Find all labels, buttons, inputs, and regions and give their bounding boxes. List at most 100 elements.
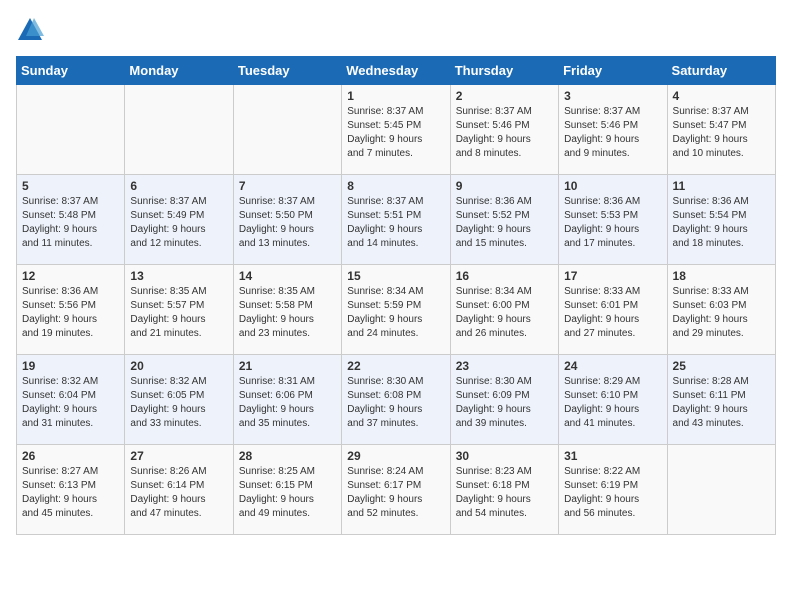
day-info: Sunrise: 8:28 AM Sunset: 6:11 PM Dayligh… bbox=[673, 375, 770, 431]
calendar-cell: 21Sunrise: 8:31 AM Sunset: 6:06 PM Dayli… bbox=[233, 355, 341, 445]
calendar-week-row: 26Sunrise: 8:27 AM Sunset: 6:13 PM Dayli… bbox=[17, 445, 776, 535]
day-number: 16 bbox=[456, 269, 553, 283]
day-info: Sunrise: 8:30 AM Sunset: 6:08 PM Dayligh… bbox=[347, 375, 444, 431]
calendar-cell: 13 Sunrise: 8:35 AM Sunset: 5:57 PM Dayli… bbox=[125, 265, 233, 355]
calendar-cell: 6 Sunrise: 8:37 AM Sunset: 5:49 PM Daylig… bbox=[125, 175, 233, 265]
day-info: Sunrise: 8:36 AM Sunset: 5:54 PM Dayligh… bbox=[673, 195, 770, 251]
day-number: 17 bbox=[564, 269, 661, 283]
calendar-cell: 11Sunrise: 8:36 AM Sunset: 5:54 PM Dayli… bbox=[667, 175, 775, 265]
day-info: Sunrise: 8:25 AM Sunset: 6:15 PM Dayligh… bbox=[239, 465, 336, 521]
day-number: 30 bbox=[456, 449, 553, 463]
day-number: 15 bbox=[347, 269, 444, 283]
day-info: Sunrise: 8:29 AM Sunset: 6:10 PM Dayligh… bbox=[564, 375, 661, 431]
day-number: 31 bbox=[564, 449, 661, 463]
day-info: Sunrise: 8:37 AM Sunset: 5:46 PM Dayligh… bbox=[564, 105, 661, 161]
calendar-cell bbox=[125, 85, 233, 175]
calendar-cell bbox=[233, 85, 341, 175]
day-info: Sunrise: 8:37 AM Sunset: 5:47 PM Dayligh… bbox=[673, 105, 770, 161]
day-info: Sunrise: 8:23 AM Sunset: 6:18 PM Dayligh… bbox=[456, 465, 553, 521]
calendar-cell: 14 Sunrise: 8:35 AM Sunset: 5:58 PM Dayli… bbox=[233, 265, 341, 355]
calendar-cell: 16 Sunrise: 8:34 AM Sunset: 6:00 PM Dayli… bbox=[450, 265, 558, 355]
calendar-cell: 3 Sunrise: 8:37 AM Sunset: 5:46 PM Daylig… bbox=[559, 85, 667, 175]
calendar-cell: 1 Sunrise: 8:37 AM Sunset: 5:45 PM Daylig… bbox=[342, 85, 450, 175]
day-info: Sunrise: 8:36 AM Sunset: 5:53 PM Dayligh… bbox=[564, 195, 661, 251]
calendar-body: 1 Sunrise: 8:37 AM Sunset: 5:45 PM Daylig… bbox=[17, 85, 776, 535]
weekday-header: Sunday bbox=[17, 57, 125, 85]
weekday-header: Saturday bbox=[667, 57, 775, 85]
weekday-header: Wednesday bbox=[342, 57, 450, 85]
day-number: 14 bbox=[239, 269, 336, 283]
day-info: Sunrise: 8:32 AM Sunset: 6:04 PM Dayligh… bbox=[22, 375, 119, 431]
day-info: Sunrise: 8:35 AM Sunset: 5:58 PM Dayligh… bbox=[239, 285, 336, 341]
day-info: Sunrise: 8:37 AM Sunset: 5:49 PM Dayligh… bbox=[130, 195, 227, 251]
day-number: 23 bbox=[456, 359, 553, 373]
weekday-header: Tuesday bbox=[233, 57, 341, 85]
calendar-table: SundayMondayTuesdayWednesdayThursdayFrid… bbox=[16, 56, 776, 535]
calendar-cell: 28 Sunrise: 8:25 AM Sunset: 6:15 PM Dayli… bbox=[233, 445, 341, 535]
day-number: 21 bbox=[239, 359, 336, 373]
logo bbox=[16, 16, 48, 44]
day-number: 13 bbox=[130, 269, 227, 283]
calendar-cell: 24 Sunrise: 8:29 AM Sunset: 6:10 PM Dayli… bbox=[559, 355, 667, 445]
day-number: 24 bbox=[564, 359, 661, 373]
day-info: Sunrise: 8:36 AM Sunset: 5:56 PM Dayligh… bbox=[22, 285, 119, 341]
day-number: 29 bbox=[347, 449, 444, 463]
calendar-week-row: 19Sunrise: 8:32 AM Sunset: 6:04 PM Dayli… bbox=[17, 355, 776, 445]
day-info: Sunrise: 8:37 AM Sunset: 5:50 PM Dayligh… bbox=[239, 195, 336, 251]
day-number: 9 bbox=[456, 179, 553, 193]
day-number: 12 bbox=[22, 269, 119, 283]
day-number: 5 bbox=[22, 179, 119, 193]
calendar-cell: 2 Sunrise: 8:37 AM Sunset: 5:46 PM Daylig… bbox=[450, 85, 558, 175]
day-info: Sunrise: 8:22 AM Sunset: 6:19 PM Dayligh… bbox=[564, 465, 661, 521]
day-info: Sunrise: 8:34 AM Sunset: 6:00 PM Dayligh… bbox=[456, 285, 553, 341]
calendar-header: SundayMondayTuesdayWednesdayThursdayFrid… bbox=[17, 57, 776, 85]
calendar-cell: 17Sunrise: 8:33 AM Sunset: 6:01 PM Dayli… bbox=[559, 265, 667, 355]
day-number: 28 bbox=[239, 449, 336, 463]
calendar-cell: 5 Sunrise: 8:37 AM Sunset: 5:48 PM Daylig… bbox=[17, 175, 125, 265]
calendar-cell: 29 Sunrise: 8:24 AM Sunset: 6:17 PM Dayli… bbox=[342, 445, 450, 535]
day-info: Sunrise: 8:37 AM Sunset: 5:45 PM Dayligh… bbox=[347, 105, 444, 161]
calendar-cell: 19Sunrise: 8:32 AM Sunset: 6:04 PM Dayli… bbox=[17, 355, 125, 445]
calendar-cell: 10 Sunrise: 8:36 AM Sunset: 5:53 PM Dayli… bbox=[559, 175, 667, 265]
weekday-header: Friday bbox=[559, 57, 667, 85]
calendar-week-row: 5 Sunrise: 8:37 AM Sunset: 5:48 PM Daylig… bbox=[17, 175, 776, 265]
day-info: Sunrise: 8:37 AM Sunset: 5:46 PM Dayligh… bbox=[456, 105, 553, 161]
day-info: Sunrise: 8:34 AM Sunset: 5:59 PM Dayligh… bbox=[347, 285, 444, 341]
day-number: 8 bbox=[347, 179, 444, 193]
calendar-cell bbox=[17, 85, 125, 175]
calendar-cell: 15 Sunrise: 8:34 AM Sunset: 5:59 PM Dayli… bbox=[342, 265, 450, 355]
calendar-cell: 31 Sunrise: 8:22 AM Sunset: 6:19 PM Dayli… bbox=[559, 445, 667, 535]
day-number: 6 bbox=[130, 179, 227, 193]
calendar-cell: 26Sunrise: 8:27 AM Sunset: 6:13 PM Dayli… bbox=[17, 445, 125, 535]
day-info: Sunrise: 8:30 AM Sunset: 6:09 PM Dayligh… bbox=[456, 375, 553, 431]
calendar-week-row: 12 Sunrise: 8:36 AM Sunset: 5:56 PM Dayli… bbox=[17, 265, 776, 355]
calendar-cell: 8 Sunrise: 8:37 AM Sunset: 5:51 PM Daylig… bbox=[342, 175, 450, 265]
calendar-cell: 30 Sunrise: 8:23 AM Sunset: 6:18 PM Dayli… bbox=[450, 445, 558, 535]
calendar-cell bbox=[667, 445, 775, 535]
weekday-header: Monday bbox=[125, 57, 233, 85]
calendar-cell: 25Sunrise: 8:28 AM Sunset: 6:11 PM Dayli… bbox=[667, 355, 775, 445]
calendar-cell: 12 Sunrise: 8:36 AM Sunset: 5:56 PM Dayli… bbox=[17, 265, 125, 355]
page-header bbox=[16, 16, 776, 44]
day-number: 2 bbox=[456, 89, 553, 103]
calendar-cell: 9Sunrise: 8:36 AM Sunset: 5:52 PM Daylig… bbox=[450, 175, 558, 265]
day-number: 1 bbox=[347, 89, 444, 103]
day-info: Sunrise: 8:37 AM Sunset: 5:51 PM Dayligh… bbox=[347, 195, 444, 251]
day-info: Sunrise: 8:26 AM Sunset: 6:14 PM Dayligh… bbox=[130, 465, 227, 521]
day-number: 22 bbox=[347, 359, 444, 373]
logo-icon bbox=[16, 16, 44, 44]
day-number: 4 bbox=[673, 89, 770, 103]
day-info: Sunrise: 8:35 AM Sunset: 5:57 PM Dayligh… bbox=[130, 285, 227, 341]
day-number: 7 bbox=[239, 179, 336, 193]
day-number: 27 bbox=[130, 449, 227, 463]
day-info: Sunrise: 8:24 AM Sunset: 6:17 PM Dayligh… bbox=[347, 465, 444, 521]
calendar-cell: 22 Sunrise: 8:30 AM Sunset: 6:08 PM Dayli… bbox=[342, 355, 450, 445]
calendar-cell: 18Sunrise: 8:33 AM Sunset: 6:03 PM Dayli… bbox=[667, 265, 775, 355]
day-info: Sunrise: 8:37 AM Sunset: 5:48 PM Dayligh… bbox=[22, 195, 119, 251]
calendar-week-row: 1 Sunrise: 8:37 AM Sunset: 5:45 PM Daylig… bbox=[17, 85, 776, 175]
day-number: 10 bbox=[564, 179, 661, 193]
day-number: 3 bbox=[564, 89, 661, 103]
calendar-cell: 4 Sunrise: 8:37 AM Sunset: 5:47 PM Daylig… bbox=[667, 85, 775, 175]
weekday-header: Thursday bbox=[450, 57, 558, 85]
calendar-cell: 27 Sunrise: 8:26 AM Sunset: 6:14 PM Dayli… bbox=[125, 445, 233, 535]
